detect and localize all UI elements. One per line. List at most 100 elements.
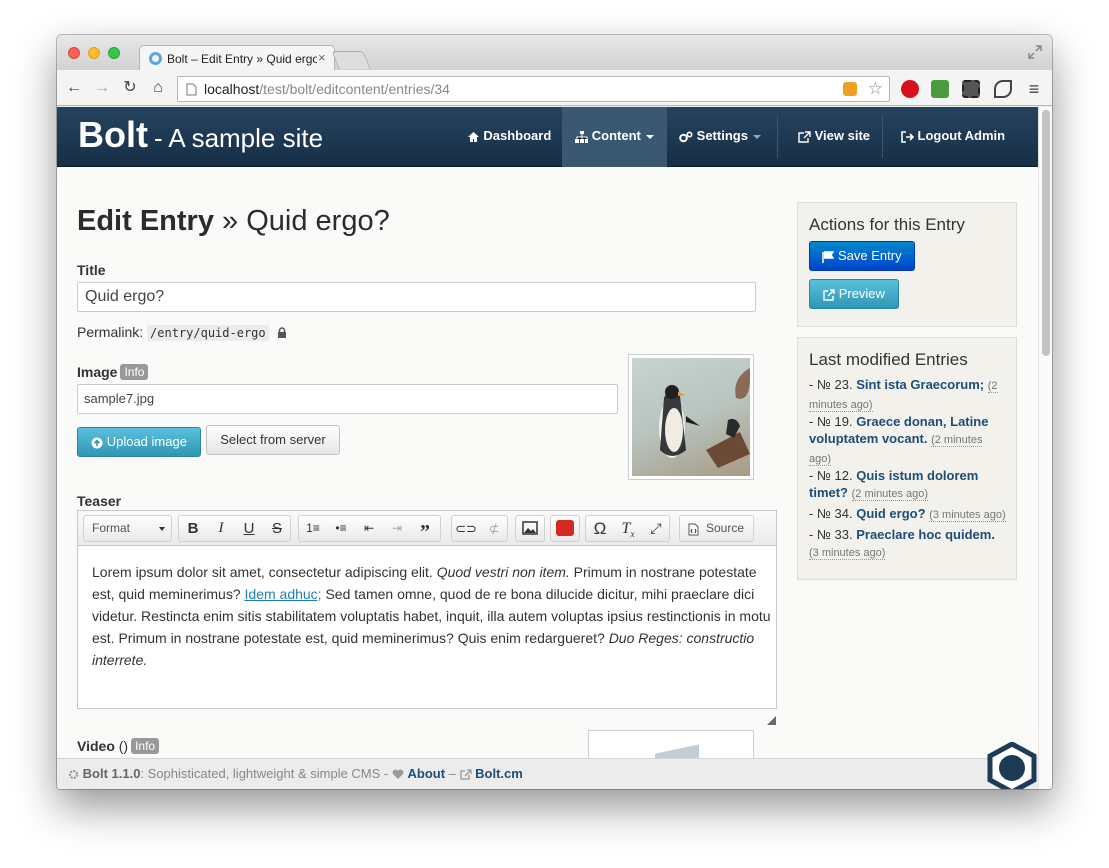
back-icon[interactable]: ← <box>63 77 85 99</box>
external-link-icon <box>459 769 472 780</box>
adblock-icon[interactable] <box>901 80 919 98</box>
nav-logout-label: Logout Admin <box>917 128 1006 143</box>
screenshot-icon[interactable] <box>962 80 980 98</box>
lock-icon[interactable] <box>277 327 287 339</box>
format-dropdown[interactable]: Format <box>83 515 172 542</box>
permalink-row: Permalink: /entry/quid-ergo <box>77 324 287 341</box>
page-viewport: Bolt - A sample site Dashboard Content Se… <box>57 107 1052 789</box>
home-icon[interactable]: ⌂ <box>147 77 169 99</box>
bolt-cm-link[interactable]: Bolt.cm <box>475 766 523 781</box>
last-modified-panel: Last modified Entries - № 23. Sint ista … <box>797 337 1017 580</box>
entry-link[interactable]: Sint ista Graecorum; <box>856 377 984 392</box>
remove-format-icon[interactable]: Tx <box>614 516 642 541</box>
maximize-icon[interactable]: ⤢ <box>642 516 670 541</box>
main-content: Edit Entry » Quid ergo? Title Quid ergo?… <box>57 168 1038 774</box>
image-preview-thumbnail[interactable] <box>628 354 754 480</box>
preview-button[interactable]: Preview <box>809 279 899 309</box>
list-item: - № 34. Quid ergo? (3 minutes ago) <box>809 506 1006 522</box>
nav-logout[interactable]: Logout Admin <box>891 107 1015 167</box>
unlink-icon[interactable]: ⊄ <box>480 516 508 541</box>
sitemap-icon <box>575 130 589 143</box>
source-button[interactable]: Source <box>679 515 754 542</box>
cog-icon <box>68 769 79 780</box>
nav-view-site[interactable]: View site <box>784 107 884 167</box>
last-modified-heading: Last modified Entries <box>809 350 968 369</box>
nav-settings[interactable]: Settings <box>669 107 771 167</box>
dev-tool-icon[interactable] <box>994 80 1012 98</box>
video-field-label: Video () Info <box>77 738 160 754</box>
entry-time-ago: (2 minutes ago) <box>851 488 929 501</box>
video-info-badge[interactable]: Info <box>131 738 160 754</box>
permalink-slug[interactable]: /entry/quid-ergo <box>147 325 269 341</box>
nav-dashboard[interactable]: Dashboard <box>458 107 560 167</box>
resize-handle-icon[interactable] <box>767 716 776 725</box>
teaser-text-area[interactable]: Lorem ipsum dolor sit amet, consectetur … <box>92 561 772 671</box>
numbered-list-icon[interactable]: 1≡ <box>299 516 327 541</box>
bookmark-star-icon[interactable]: ☆ <box>868 77 883 101</box>
entry-time-ago: (3 minutes ago) <box>929 509 1006 522</box>
entry-link[interactable]: Praeclare hoc quidem. <box>856 527 995 542</box>
italic-icon[interactable]: I <box>207 516 235 541</box>
link-icon[interactable]: ⊂⊃ <box>452 516 480 541</box>
entry-time-ago: (3 minutes ago) <box>809 547 886 560</box>
list-item: - № 33. Praeclare hoc quidem. (3 minutes… <box>809 527 995 560</box>
strikethrough-icon[interactable]: S <box>263 516 291 541</box>
video-label-text: Video <box>77 738 115 754</box>
underline-icon[interactable]: U <box>235 516 263 541</box>
image-filename-input[interactable]: sample7.jpg <box>77 384 618 414</box>
title-field-label: Title <box>77 262 106 278</box>
image-info-badge[interactable]: Info <box>120 364 149 380</box>
site-brand[interactable]: Bolt - A sample site <box>78 114 323 156</box>
minimize-window-button[interactable] <box>88 47 100 59</box>
reload-icon[interactable]: ↻ <box>119 77 141 99</box>
decrease-indent-icon[interactable]: ⇤ <box>355 516 383 541</box>
links-group: ⊂⊃ ⊄ <box>451 515 508 542</box>
image-label-text: Image <box>77 364 118 380</box>
preview-label: Preview <box>838 286 885 301</box>
page-scrollbar[interactable] <box>1038 107 1052 789</box>
loading-icon <box>149 52 162 65</box>
browser-window: Bolt – Edit Entry » Quid ergo? × ← → ↻ ⌂… <box>57 35 1052 789</box>
brand-name: Bolt <box>78 114 148 155</box>
close-window-button[interactable] <box>68 47 80 59</box>
insert-image-icon[interactable] <box>516 516 544 541</box>
sign-out-icon <box>901 130 914 143</box>
title-input[interactable]: Quid ergo? <box>77 282 756 312</box>
tab-bar: Bolt – Edit Entry » Quid ergo? × <box>57 35 1052 71</box>
teaser-link[interactable]: Idem adhuc; <box>245 586 322 602</box>
page-title: Edit Entry » Quid ergo? <box>77 205 390 238</box>
forward-icon[interactable]: → <box>91 77 113 99</box>
new-tab-button[interactable] <box>331 51 371 69</box>
bullet-list-icon[interactable]: •≡ <box>327 516 355 541</box>
entry-link[interactable]: Quid ergo? <box>856 506 925 521</box>
address-bar[interactable]: localhost/test/bolt/editcontent/entries/… <box>177 76 890 102</box>
upload-image-button[interactable]: Upload image <box>77 427 201 457</box>
nav-content[interactable]: Content <box>562 107 667 167</box>
external-link-icon <box>798 130 811 143</box>
bolt-hex-logo-icon[interactable] <box>986 742 1038 789</box>
menu-icon[interactable]: ≡ <box>1023 78 1045 100</box>
save-entry-button[interactable]: Save Entry <box>809 241 915 271</box>
teaser-rich-text-editor: Format B I U S 1≡ •≡ ⇤ ⇥ ” ⊂⊃ ⊄ Ω Tx ⤢ S… <box>77 510 777 709</box>
list-item: - № 23. Sint ista Graecorum; (2 minutes … <box>809 377 998 412</box>
fullscreen-icon[interactable] <box>1027 44 1043 60</box>
evernote-icon[interactable] <box>931 80 949 98</box>
special-character-icon[interactable]: Ω <box>586 516 614 541</box>
nav-settings-label: Settings <box>696 128 748 143</box>
zoom-window-button[interactable] <box>108 47 120 59</box>
extension-icon[interactable] <box>843 82 857 96</box>
scrollbar-thumb[interactable] <box>1042 110 1050 356</box>
select-from-server-button[interactable]: Select from server <box>206 425 340 455</box>
close-tab-icon[interactable]: × <box>318 50 326 65</box>
nav-view-site-label: View site <box>814 128 871 143</box>
browser-tab[interactable]: Bolt – Edit Entry » Quid ergo? × <box>139 45 335 71</box>
teaser-field-label: Teaser <box>77 493 122 509</box>
teaser-text: Lorem ipsum dolor sit amet, consectetur … <box>92 564 437 580</box>
bold-icon[interactable]: B <box>179 516 207 541</box>
about-link[interactable]: About <box>408 766 446 781</box>
blockquote-icon[interactable]: ” <box>411 516 439 543</box>
footer-tagline: : Sophisticated, lightweight & simple CM… <box>140 766 389 781</box>
youtube-icon[interactable] <box>551 516 579 541</box>
increase-indent-icon[interactable]: ⇥ <box>383 516 411 541</box>
upload-circle-icon <box>91 437 103 449</box>
